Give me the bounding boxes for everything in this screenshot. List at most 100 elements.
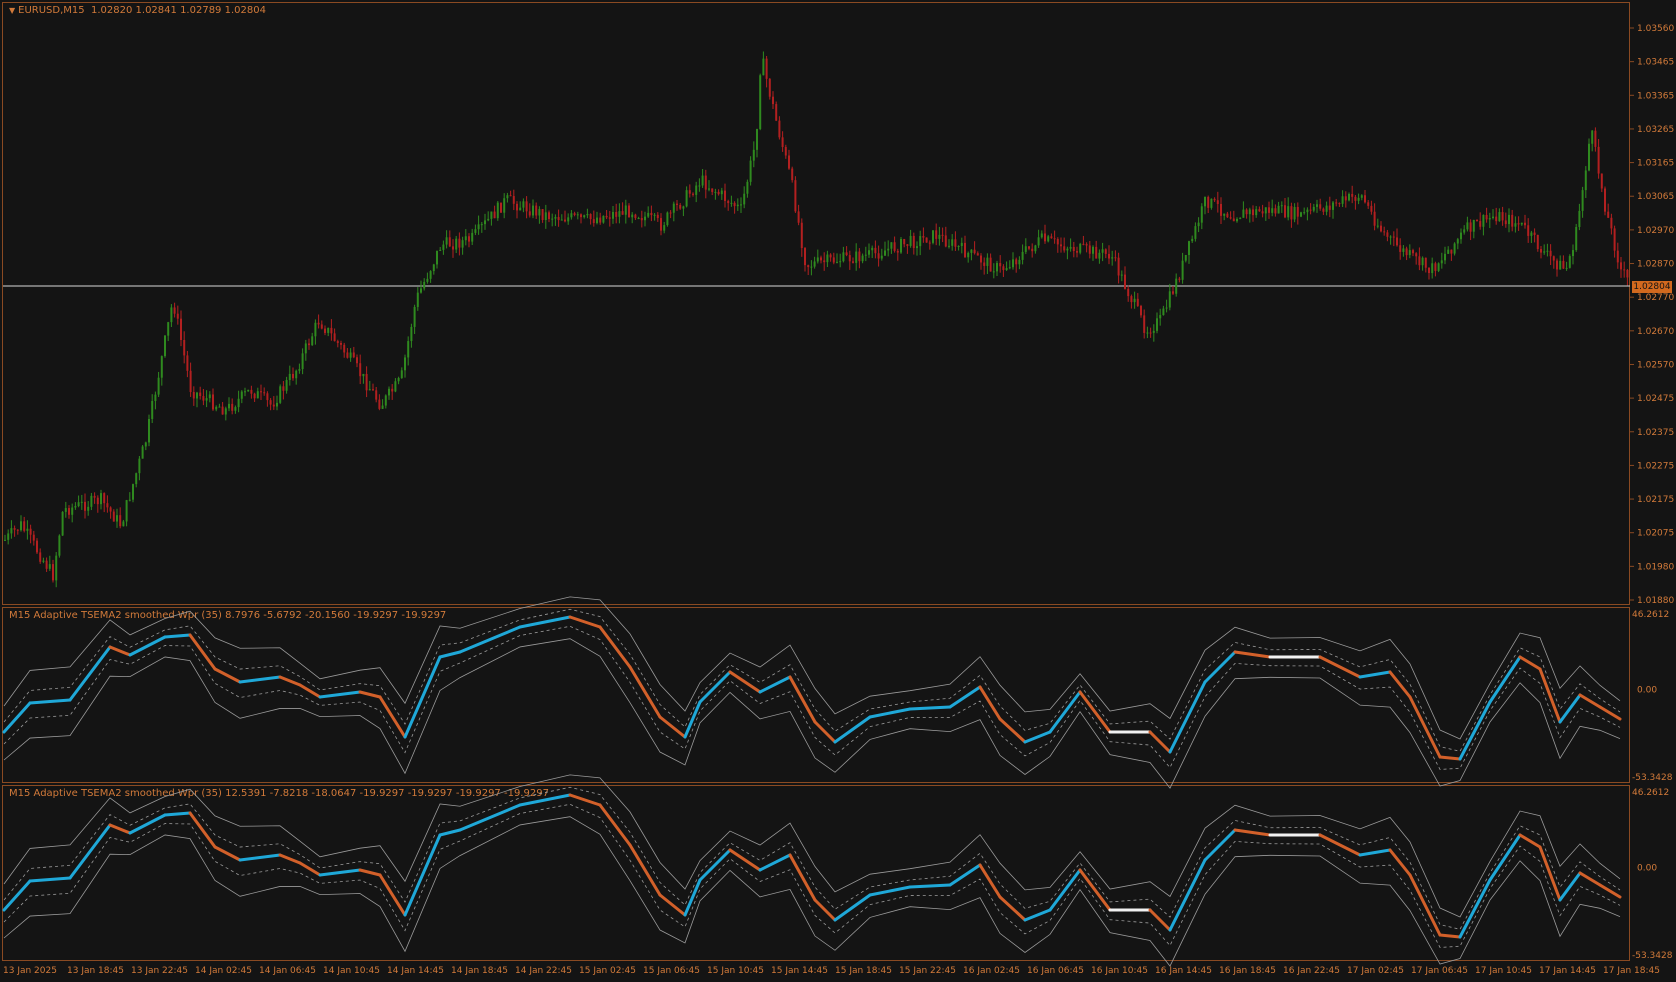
candle-body bbox=[1549, 250, 1552, 257]
candle-body bbox=[1428, 267, 1430, 274]
candle-body bbox=[701, 175, 704, 186]
indicator-1-signal-line bbox=[1578, 693, 1602, 709]
candle-body bbox=[992, 271, 995, 273]
candle-body bbox=[1562, 260, 1565, 269]
candle-body bbox=[772, 96, 774, 105]
candle-body bbox=[100, 493, 102, 505]
candle-body bbox=[1072, 246, 1075, 252]
candle-body bbox=[989, 257, 992, 272]
candle-body bbox=[26, 528, 29, 531]
indicator-2-signal-line bbox=[318, 868, 362, 877]
candle-body bbox=[311, 336, 314, 346]
candle-body bbox=[218, 406, 221, 408]
candle-body bbox=[509, 195, 512, 197]
candle-body bbox=[1047, 236, 1050, 242]
candle-body bbox=[1373, 211, 1376, 226]
indicator-1-signal-line bbox=[1358, 670, 1392, 679]
candle-body bbox=[1620, 262, 1622, 270]
candle-body bbox=[260, 391, 262, 393]
indicator-2-signal-line bbox=[1488, 833, 1522, 882]
candle-body bbox=[1056, 239, 1059, 245]
candle-body bbox=[1501, 212, 1504, 221]
candle-body bbox=[1444, 253, 1446, 261]
price-axis-label: 1.02970 bbox=[1637, 226, 1674, 236]
chart-window[interactable]: ▼ EURUSD,M15 1.02820 1.02841 1.02789 1.02… bbox=[0, 0, 1676, 982]
candle-body bbox=[1476, 219, 1478, 222]
candle-body bbox=[272, 404, 275, 407]
candle-body bbox=[605, 215, 608, 218]
candle-body bbox=[1396, 237, 1398, 246]
candle-body bbox=[1248, 209, 1251, 215]
candle-body bbox=[1508, 214, 1510, 225]
candle-body bbox=[1623, 269, 1626, 271]
candle-body bbox=[1098, 252, 1101, 259]
candle-body bbox=[596, 217, 598, 224]
candle-body bbox=[1303, 212, 1306, 214]
candle-body bbox=[128, 499, 131, 501]
candle-body bbox=[432, 264, 435, 272]
candle-body bbox=[538, 209, 541, 216]
candle-body bbox=[807, 265, 810, 268]
candle-body bbox=[135, 473, 138, 485]
candle-body bbox=[1383, 231, 1386, 233]
candle-body bbox=[580, 214, 582, 218]
indicator-1-signal-line bbox=[1558, 693, 1582, 724]
indicator-1-signal-line bbox=[1488, 655, 1522, 704]
candle-body bbox=[672, 203, 675, 213]
candle-body bbox=[231, 403, 234, 411]
candle-body bbox=[500, 202, 502, 213]
indicator-2-signal-line bbox=[163, 811, 192, 817]
candle-body bbox=[13, 528, 16, 530]
candle-body bbox=[1309, 209, 1312, 211]
candle-body bbox=[1229, 217, 1232, 219]
indicator-1-signal-line bbox=[1538, 667, 1562, 724]
candle-body bbox=[384, 395, 387, 406]
candle-body bbox=[525, 201, 528, 212]
candle-body bbox=[1156, 318, 1158, 331]
candle-body bbox=[826, 254, 829, 263]
candle-body bbox=[29, 528, 32, 535]
candle-body bbox=[36, 540, 38, 553]
candle-body bbox=[439, 249, 442, 251]
candle-body bbox=[1514, 223, 1517, 227]
indicator-1-band-line bbox=[3, 625, 1621, 770]
indicator-1-signal-line bbox=[728, 670, 762, 694]
candle-body bbox=[640, 217, 643, 221]
candle-body bbox=[1616, 250, 1619, 263]
candle-body bbox=[1597, 146, 1600, 174]
candle-body bbox=[567, 217, 570, 222]
candle-body bbox=[1264, 207, 1267, 214]
candle-body bbox=[730, 202, 733, 204]
indicator-2-signal-line bbox=[598, 803, 632, 847]
indicator-2-signal-line bbox=[868, 885, 912, 897]
candle-body bbox=[1581, 190, 1584, 211]
candle-body bbox=[797, 211, 800, 223]
indicator-1-band-line bbox=[3, 638, 1621, 789]
candle-body bbox=[1242, 209, 1245, 218]
candle-body bbox=[336, 341, 339, 343]
candle-body bbox=[1191, 238, 1194, 242]
candle-body bbox=[541, 209, 544, 221]
candle-body bbox=[1108, 253, 1110, 259]
indicator-1-signal-line bbox=[758, 675, 792, 694]
candle-body bbox=[1152, 330, 1155, 333]
indicator-2-axis-bottom-label: -53.3428 bbox=[1632, 951, 1673, 961]
candle-body bbox=[1351, 193, 1354, 197]
indicator-2-signal-line bbox=[358, 868, 382, 877]
candle-body bbox=[1495, 216, 1498, 222]
candle-body bbox=[138, 458, 141, 474]
candle-body bbox=[1421, 257, 1424, 266]
candle-body bbox=[944, 235, 947, 247]
candle-body bbox=[442, 244, 445, 250]
indicator-2-signal-line bbox=[458, 803, 522, 832]
candle-body bbox=[855, 251, 858, 263]
candle-body bbox=[1389, 236, 1392, 238]
candle-body bbox=[269, 400, 272, 405]
indicator-1-signal-line bbox=[458, 625, 522, 654]
candle-body bbox=[1044, 233, 1046, 242]
candle-body bbox=[61, 511, 64, 536]
candle-body bbox=[727, 200, 730, 204]
candle-body bbox=[704, 175, 707, 190]
candle-body bbox=[295, 370, 298, 379]
time-axis-label: 13 Jan 22:45 bbox=[131, 966, 188, 976]
